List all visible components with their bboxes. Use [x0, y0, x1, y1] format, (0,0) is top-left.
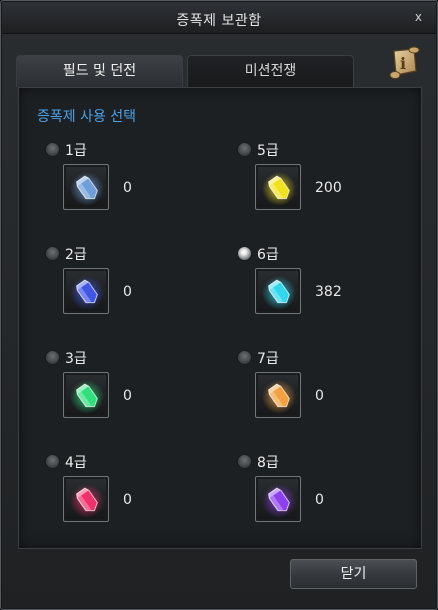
- crystal-slot[interactable]: [255, 268, 301, 314]
- crystal-icon: [70, 276, 104, 310]
- grade-count: 200: [315, 180, 342, 196]
- grade-count: 0: [123, 492, 132, 508]
- grade-radio[interactable]: [45, 142, 60, 157]
- grade-radio[interactable]: [45, 454, 60, 469]
- grade-item: 6급 382: [237, 244, 417, 324]
- grade-radio[interactable]: [45, 350, 60, 365]
- crystal-icon: [262, 380, 296, 414]
- crystal-slot[interactable]: [63, 476, 109, 522]
- grade-count: 0: [123, 284, 132, 300]
- tab-mission-war[interactable]: 미션전쟁: [187, 55, 354, 87]
- amplifier-storage-window: 증폭제 보관함 x 필드 및 던전 미션전쟁 i 증폭제 사용 선택 1급 0 2급…: [0, 0, 438, 610]
- crystal-icon: [262, 484, 296, 518]
- grade-item: 3급 0: [45, 348, 225, 428]
- grade-item: 8급 0: [237, 452, 417, 532]
- grade-item: 4급 0: [45, 452, 225, 532]
- grade-item: 2급 0: [45, 244, 225, 324]
- scroll-info-icon[interactable]: i: [386, 45, 422, 83]
- crystal-icon: [70, 172, 104, 206]
- grade-label: 3급: [65, 351, 87, 367]
- grade-count: 0: [315, 388, 324, 404]
- close-icon[interactable]: x: [415, 10, 422, 24]
- crystal-slot[interactable]: [63, 268, 109, 314]
- crystal-slot[interactable]: [63, 372, 109, 418]
- grade-label: 1급: [65, 143, 87, 159]
- grade-item: 1급 0: [45, 140, 225, 220]
- crystal-slot[interactable]: [255, 164, 301, 210]
- grade-label: 2급: [65, 247, 87, 263]
- grade-count: 0: [123, 180, 132, 196]
- grade-count: 382: [315, 284, 342, 300]
- grade-label: 5급: [257, 143, 279, 159]
- grade-radio[interactable]: [237, 350, 252, 365]
- grade-label: 6급: [257, 247, 279, 263]
- grade-label: 7급: [257, 351, 279, 367]
- grade-radio[interactable]: [237, 246, 252, 261]
- grade-count: 0: [123, 388, 132, 404]
- crystal-slot[interactable]: [255, 372, 301, 418]
- close-button[interactable]: 닫기: [290, 559, 417, 589]
- crystal-icon: [70, 484, 104, 518]
- crystal-icon: [262, 276, 296, 310]
- grade-count: 0: [315, 492, 324, 508]
- title-bar[interactable]: 증폭제 보관함 x: [2, 2, 436, 34]
- section-title: 증폭제 사용 선택: [37, 109, 137, 125]
- grade-item: 7급 0: [237, 348, 417, 428]
- grade-radio[interactable]: [237, 454, 252, 469]
- grade-label: 4급: [65, 455, 87, 471]
- grade-selection-panel: 증폭제 사용 선택 1급 0 2급 0 3급 0 4급 0 5급 200 6급 382 7급 0 8급 0: [18, 87, 422, 549]
- svg-text:i: i: [400, 54, 406, 73]
- crystal-icon: [262, 172, 296, 206]
- crystal-slot[interactable]: [63, 164, 109, 210]
- grade-radio[interactable]: [45, 246, 60, 261]
- grade-label: 8급: [257, 455, 279, 471]
- grade-item: 5급 200: [237, 140, 417, 220]
- grade-radio[interactable]: [237, 142, 252, 157]
- crystal-slot[interactable]: [255, 476, 301, 522]
- window-title: 증폭제 보관함: [176, 13, 262, 29]
- tab-field-dungeon[interactable]: 필드 및 던전: [16, 55, 183, 87]
- crystal-icon: [70, 380, 104, 414]
